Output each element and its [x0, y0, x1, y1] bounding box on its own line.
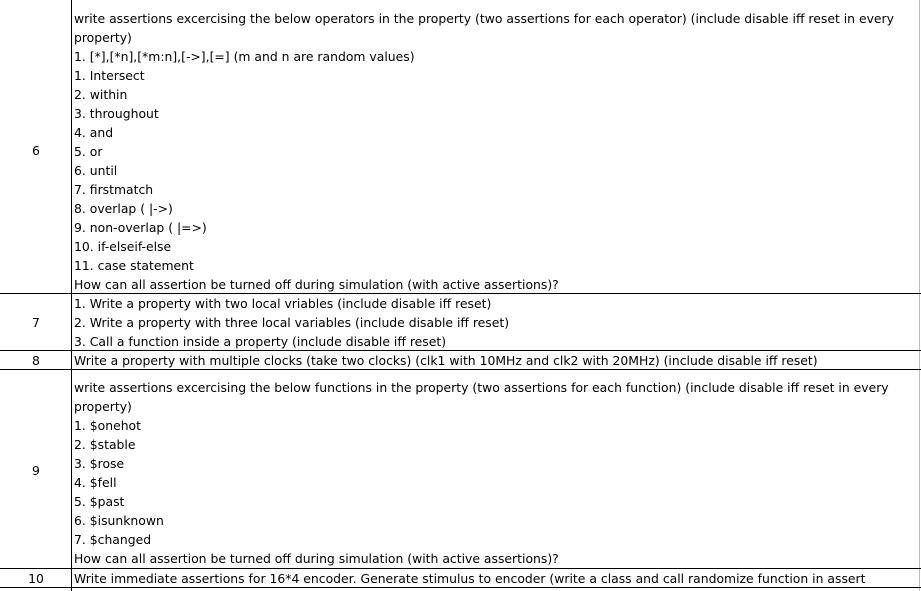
cell-line[interactable]: How can all assertion be turned off duri… — [74, 275, 559, 294]
row-number[interactable]: 10 — [0, 569, 72, 588]
cell-line[interactable]: 1. $onehot — [74, 416, 141, 435]
cell-line[interactable]: How can all assertion be turned off duri… — [74, 549, 559, 568]
cell-line[interactable]: 11. case statement — [74, 256, 194, 275]
cell-line[interactable]: 7. $changed — [74, 530, 151, 549]
cell-line[interactable]: property) — [74, 397, 132, 416]
cell-line[interactable]: 4. $fell — [74, 473, 117, 492]
cell-line[interactable]: 7. firstmatch — [74, 180, 153, 199]
cell-line[interactable]: 8. overlap ( |->) — [74, 199, 173, 218]
row-number[interactable]: 7 — [0, 313, 72, 332]
cell-line[interactable]: Write a property with multiple clocks (t… — [74, 351, 818, 370]
cell-line[interactable]: 1. Intersect — [74, 66, 145, 85]
cell-line[interactable]: Write immediate assertions for 16*4 enco… — [74, 569, 866, 588]
cell-line[interactable]: 2. within — [74, 85, 127, 104]
cell-line[interactable]: write assertions excercising the below o… — [74, 9, 894, 28]
cell-line[interactable]: 3. Call a function inside a property (in… — [74, 332, 446, 351]
spreadsheet: 6 write assertions excercising the below… — [0, 0, 921, 591]
cell-line[interactable]: 5. or — [74, 142, 102, 161]
cell-line[interactable]: property) — [74, 28, 132, 47]
cell-line[interactable]: 10. if-elseif-else — [74, 237, 171, 256]
cell-line[interactable]: 1. Write a property with two local vriab… — [74, 294, 491, 313]
cell-line[interactable]: write assertions excercising the below f… — [74, 378, 889, 397]
row-number[interactable]: 6 — [0, 141, 72, 160]
cell-line[interactable]: 4. and — [74, 123, 113, 142]
cell-line[interactable]: 6. $isunknown — [74, 511, 164, 530]
row-number[interactable]: 9 — [0, 461, 72, 480]
right-border — [919, 0, 920, 591]
cell-line[interactable]: 2. Write a property with three local var… — [74, 313, 509, 332]
cell-line[interactable]: 9. non-overlap ( |=>) — [74, 218, 207, 237]
cell-line[interactable]: 3. $rose — [74, 454, 124, 473]
cell-line[interactable]: 5. $past — [74, 492, 124, 511]
cell-line[interactable]: 1. [*],[*n],[*m:n],[->],[=] (m and n are… — [74, 47, 415, 66]
cell-line[interactable]: 2. $stable — [74, 435, 135, 454]
cell-line[interactable]: 6. until — [74, 161, 117, 180]
cell-line[interactable]: 3. throughout — [74, 104, 159, 123]
row-number[interactable]: 8 — [0, 351, 72, 370]
column-divider — [71, 0, 72, 591]
